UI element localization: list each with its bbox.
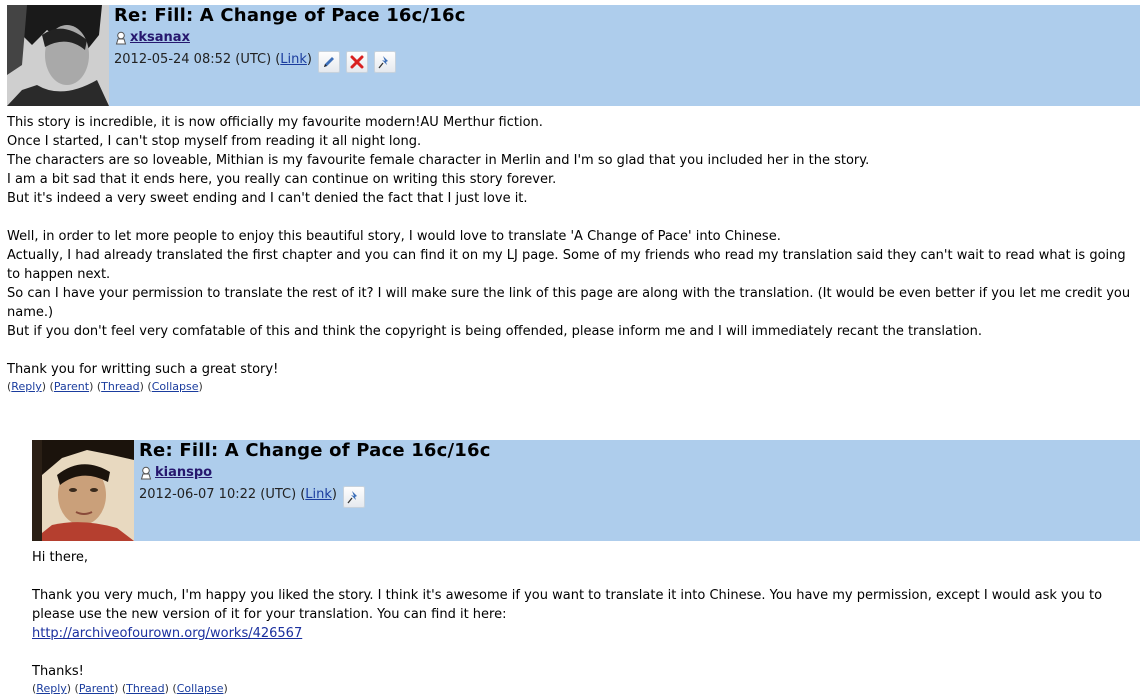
pin-icon bbox=[347, 491, 357, 504]
comment-header: Re: Fill: A Change of Pace 16c/16c xksan… bbox=[7, 5, 1140, 106]
body-line: Actually, I had already translated the f… bbox=[7, 248, 1126, 282]
pencil-icon bbox=[323, 57, 334, 67]
comment-subject: Re: Fill: A Change of Pace 16c/16c bbox=[114, 5, 466, 26]
body-line: I am a bit sad that it ends here, you re… bbox=[7, 172, 557, 187]
user-icon[interactable] bbox=[139, 466, 153, 480]
comment-body: Hi there, Thank you very much, I'm happy… bbox=[32, 548, 1140, 681]
comment-actions: (Reply) (Parent) (Thread) (Collapse) bbox=[32, 682, 228, 695]
comment-subject: Re: Fill: A Change of Pace 16c/16c bbox=[139, 440, 491, 461]
comment-date: 2012-05-24 08:52 (UTC) bbox=[114, 52, 272, 67]
user-icon[interactable] bbox=[114, 31, 128, 45]
thread-link[interactable]: Thread bbox=[126, 682, 164, 695]
reply-link[interactable]: Reply bbox=[36, 682, 66, 695]
body-line: Once I started, I can't stop myself from… bbox=[7, 134, 422, 149]
track-button[interactable] bbox=[342, 486, 365, 508]
avatar[interactable] bbox=[32, 440, 134, 541]
parent-link[interactable]: Parent bbox=[79, 682, 114, 695]
comment-2: Re: Fill: A Change of Pace 16c/16c kians… bbox=[32, 440, 1140, 696]
avatar[interactable] bbox=[7, 5, 109, 106]
track-button[interactable] bbox=[373, 51, 396, 73]
story-url-link[interactable]: http://archiveofourown.org/works/426567 bbox=[32, 626, 302, 641]
thread-link[interactable]: Thread bbox=[101, 380, 139, 393]
parent-link[interactable]: Parent bbox=[54, 380, 89, 393]
delete-x-icon bbox=[350, 55, 364, 69]
greeting: Hi there, bbox=[32, 550, 89, 565]
edit-button[interactable] bbox=[317, 51, 340, 73]
user-line: kianspo bbox=[139, 465, 491, 480]
link-wrapper: (Link) bbox=[300, 487, 337, 502]
comment-meta: Re: Fill: A Change of Pace 16c/16c xksan… bbox=[114, 5, 466, 73]
pin-icon bbox=[378, 56, 388, 69]
body-text: Thank you very much, I'm happy you liked… bbox=[32, 588, 1103, 622]
comment-meta: Re: Fill: A Change of Pace 16c/16c kians… bbox=[139, 440, 491, 508]
reply-link[interactable]: Reply bbox=[11, 380, 41, 393]
body-line: This story is incredible, it is now offi… bbox=[7, 115, 543, 130]
comment-body: This story is incredible, it is now offi… bbox=[7, 113, 1140, 379]
body-line: The characters are so loveable, Mithian … bbox=[7, 153, 870, 168]
date-line: 2012-06-07 10:22 (UTC) (Link) bbox=[139, 482, 491, 508]
comment-actions: (Reply) (Parent) (Thread) (Collapse) bbox=[7, 380, 203, 393]
body-line: Thank you for writting such a great stor… bbox=[7, 362, 279, 377]
comment-header: Re: Fill: A Change of Pace 16c/16c kians… bbox=[32, 440, 1140, 541]
username-link[interactable]: kianspo bbox=[155, 465, 212, 480]
permalink[interactable]: Link bbox=[305, 487, 332, 502]
body-line: So can I have your permission to transla… bbox=[7, 286, 1131, 320]
closing: Thanks! bbox=[32, 664, 84, 679]
link-wrapper: (Link) bbox=[275, 52, 312, 67]
collapse-link[interactable]: Collapse bbox=[177, 682, 224, 695]
delete-button[interactable] bbox=[345, 51, 368, 73]
date-line: 2012-05-24 08:52 (UTC) (Link) bbox=[114, 47, 466, 73]
user-line: xksanax bbox=[114, 30, 466, 45]
username-link[interactable]: xksanax bbox=[130, 30, 190, 45]
collapse-link[interactable]: Collapse bbox=[152, 380, 199, 393]
comment-date: 2012-06-07 10:22 (UTC) bbox=[139, 487, 297, 502]
body-line: Well, in order to let more people to enj… bbox=[7, 229, 781, 244]
body-line: But if you don't feel very comfatable of… bbox=[7, 324, 982, 339]
comment-1: Re: Fill: A Change of Pace 16c/16c xksan… bbox=[7, 5, 1140, 394]
permalink[interactable]: Link bbox=[280, 52, 307, 67]
body-line: But it's indeed a very sweet ending and … bbox=[7, 191, 528, 206]
